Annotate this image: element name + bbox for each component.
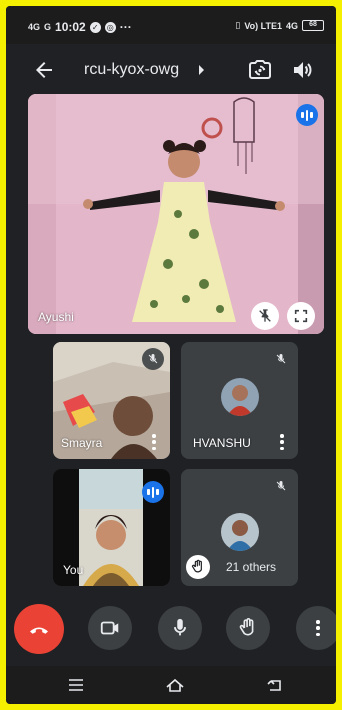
mic-off-icon bbox=[270, 475, 292, 497]
avatar bbox=[221, 378, 259, 416]
network-indicator: 4G bbox=[285, 20, 298, 31]
camera-toggle-button[interactable] bbox=[88, 606, 132, 650]
mic-off-icon bbox=[270, 348, 292, 370]
self-tile[interactable]: You bbox=[53, 469, 170, 586]
speaker-icon[interactable] bbox=[291, 58, 315, 82]
raise-hand-icon bbox=[186, 555, 210, 579]
participant-video bbox=[28, 94, 324, 334]
participant-name: Smayra bbox=[61, 436, 103, 450]
more-options-button[interactable] bbox=[296, 606, 336, 650]
home-icon[interactable] bbox=[165, 676, 185, 694]
menu-icon[interactable] bbox=[66, 676, 86, 694]
participant-name: Ayushi bbox=[38, 310, 74, 324]
switch-camera-icon[interactable] bbox=[248, 58, 272, 82]
others-count: 21 others bbox=[226, 560, 277, 574]
signal-2: G bbox=[44, 22, 52, 32]
volte-indicator: Vo) LTE1 bbox=[244, 20, 282, 31]
participant-tile[interactable]: HVANSHU bbox=[181, 342, 298, 459]
end-call-icon bbox=[30, 627, 48, 634]
more-vert-icon bbox=[316, 620, 320, 636]
speaking-indicator-icon bbox=[296, 104, 318, 126]
meeting-code[interactable]: rcu-kyox-owg bbox=[84, 61, 179, 79]
status-bar: 4G G 10:02 ✓ ◎ ··· ▯ Vo) LTE1 4G 68 bbox=[6, 6, 336, 44]
signal-1: 4G bbox=[28, 22, 41, 32]
meeting-details-arrow-icon[interactable] bbox=[199, 65, 204, 75]
more-vert-icon[interactable] bbox=[152, 434, 156, 450]
meet-screen: 4G G 10:02 ✓ ◎ ··· ▯ Vo) LTE1 4G 68 rcu-… bbox=[6, 6, 336, 704]
back-arrow-icon[interactable] bbox=[32, 58, 56, 82]
avatar bbox=[221, 513, 259, 551]
mic-off-icon bbox=[142, 348, 164, 370]
call-controls bbox=[6, 602, 336, 658]
mic-icon bbox=[174, 618, 186, 636]
others-pill[interactable]: 21 others bbox=[182, 552, 294, 582]
system-nav-bar bbox=[6, 666, 336, 704]
clock: 10:02 bbox=[55, 20, 86, 34]
participant-tile[interactable]: Smayra bbox=[53, 342, 170, 459]
battery-icon: 68 bbox=[302, 20, 324, 31]
pin-off-icon[interactable] bbox=[251, 302, 279, 330]
self-name: You bbox=[63, 563, 84, 577]
participant-name: HVANSHU bbox=[193, 436, 251, 450]
notification-icon: ◎ bbox=[104, 21, 116, 33]
more-vert-icon[interactable] bbox=[280, 434, 284, 450]
speaking-indicator-icon bbox=[142, 481, 164, 503]
end-call-button[interactable] bbox=[14, 604, 64, 654]
back-icon[interactable] bbox=[265, 676, 285, 694]
raise-hand-button[interactable] bbox=[226, 606, 270, 650]
meeting-header: rcu-kyox-owg bbox=[6, 44, 336, 96]
raise-hand-icon bbox=[239, 618, 254, 636]
main-participant-tile[interactable]: Ayushi bbox=[28, 94, 324, 334]
check-circle-icon: ✓ bbox=[89, 21, 101, 33]
more-notifications: ··· bbox=[119, 20, 132, 34]
camera-icon bbox=[100, 621, 119, 635]
fullscreen-icon[interactable] bbox=[287, 302, 315, 330]
mic-toggle-button[interactable] bbox=[158, 606, 202, 650]
vibrate-icon: ▯ bbox=[235, 20, 241, 30]
